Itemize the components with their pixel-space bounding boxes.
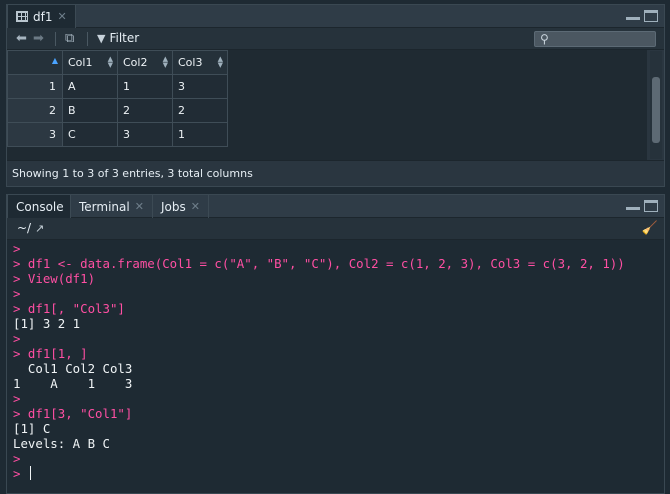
- table-icon: [16, 11, 28, 22]
- tab-terminal[interactable]: Terminal ✕: [71, 195, 153, 218]
- console-line: >: [13, 331, 28, 346]
- row-number: 2: [7, 98, 63, 123]
- close-icon[interactable]: ✕: [135, 200, 144, 213]
- console-line: > df1[3, "Col1"]: [13, 406, 133, 421]
- table-row[interactable]: 1 A 1 3: [7, 74, 228, 99]
- console-line: [1] C: [13, 421, 51, 436]
- console-tabbar: Console Terminal ✕ Jobs ✕: [7, 195, 664, 218]
- table-row[interactable]: 3 C 3 1: [7, 122, 228, 147]
- console-output[interactable]: > > df1 <- data.frame(Col1 = c("A", "B",…: [7, 240, 664, 493]
- row-number: 3: [7, 122, 63, 147]
- sort-ascending-icon: ▲: [51, 56, 58, 65]
- maximize-icon[interactable]: [644, 200, 658, 212]
- table-cell: 2: [117, 98, 173, 123]
- sort-icon: ▲ ▼: [217, 55, 223, 69]
- table-cell: C: [62, 122, 118, 147]
- search-icon: ⚲: [540, 32, 549, 46]
- filter-icon: ▼: [97, 31, 106, 45]
- console-line: > View(df1): [13, 271, 96, 286]
- data-grid: ▲ Col1 ▲ ▼ Col2 ▲ ▼ Col3 ▲ ▼ 1 A 1 3 2 B…: [7, 50, 647, 162]
- data-viewer-pane: df1 ✕ ⬅ ➡ ⧉ ▼ Filter ⚲ ▲ Col1 ▲ ▼ Col2 ▲…: [6, 4, 665, 187]
- text-cursor: [29, 466, 31, 480]
- column-header-rownames[interactable]: ▲: [7, 50, 63, 75]
- tab-console[interactable]: Console: [7, 195, 71, 218]
- window-buttons: [626, 10, 658, 22]
- viewer-toolbar: ⬅ ➡ ⧉ ▼ Filter ⚲: [7, 28, 664, 50]
- console-line: > df1[1, ]: [13, 346, 88, 361]
- tab-label: df1: [33, 9, 53, 24]
- close-icon[interactable]: ✕: [191, 200, 200, 213]
- console-line: >: [13, 286, 28, 301]
- console-line: >: [13, 466, 664, 481]
- clear-console-icon[interactable]: 🧹: [642, 221, 658, 236]
- data-table: ▲ Col1 ▲ ▼ Col2 ▲ ▼ Col3 ▲ ▼ 1 A 1 3 2 B…: [7, 50, 228, 147]
- console-line: > df1[, "Col3"]: [13, 301, 125, 316]
- table-cell: 1: [172, 122, 228, 147]
- console-line: Col1 Col2 Col3: [13, 361, 133, 376]
- table-cell: 1: [117, 74, 173, 99]
- scrollbar-thumb[interactable]: [652, 77, 660, 143]
- search-input[interactable]: ⚲: [534, 31, 656, 47]
- tab-jobs[interactable]: Jobs ✕: [153, 195, 209, 218]
- console-line: Levels: A B C: [13, 436, 110, 451]
- column-header-col3[interactable]: Col3 ▲ ▼: [172, 50, 228, 75]
- tab-df1[interactable]: df1 ✕: [7, 5, 76, 28]
- console-line: >: [13, 241, 28, 256]
- console-line: 1 A 1 3: [13, 376, 133, 391]
- window-buttons: [626, 200, 658, 212]
- filter-button[interactable]: ▼ Filter: [97, 31, 139, 45]
- maximize-icon[interactable]: [644, 10, 658, 22]
- popout-icon[interactable]: ⧉: [65, 32, 74, 46]
- go-to-directory-icon[interactable]: ↗: [35, 222, 44, 235]
- minimize-icon[interactable]: [626, 200, 640, 210]
- toolbar-divider: [87, 32, 88, 46]
- header-row: ▲ Col1 ▲ ▼ Col2 ▲ ▼ Col3 ▲ ▼: [7, 50, 228, 75]
- column-header-col1[interactable]: Col1 ▲ ▼: [62, 50, 118, 75]
- sort-icon: ▲ ▼: [162, 55, 168, 69]
- sort-icon: ▲ ▼: [107, 55, 113, 69]
- table-cell: A: [62, 74, 118, 99]
- table-cell: B: [62, 98, 118, 123]
- console-line: > df1 <- data.frame(Col1 = c("A", "B", "…: [13, 256, 625, 271]
- vertical-scrollbar[interactable]: [650, 51, 662, 159]
- table-row[interactable]: 2 B 2 2: [7, 98, 228, 123]
- filter-label: Filter: [109, 31, 140, 45]
- console-subbar: ~/ ↗ 🧹: [7, 218, 664, 240]
- column-header-col2[interactable]: Col2 ▲ ▼: [117, 50, 173, 75]
- table-cell: 3: [117, 122, 173, 147]
- table-cell: 3: [172, 74, 228, 99]
- toolbar-divider: [55, 32, 56, 46]
- arrow-left-icon[interactable]: ⬅: [16, 32, 27, 46]
- console-line: >: [13, 451, 28, 466]
- console-pane: Console Terminal ✕ Jobs ✕ ~/ ↗ 🧹 > > df1…: [6, 194, 665, 494]
- close-icon[interactable]: ✕: [57, 10, 66, 23]
- minimize-icon[interactable]: [626, 10, 640, 20]
- status-text: Showing 1 to 3 of 3 entries, 3 total col…: [7, 160, 664, 186]
- table-cell: 2: [172, 98, 228, 123]
- viewer-tabbar: df1 ✕: [7, 5, 664, 28]
- arrow-right-icon[interactable]: ➡: [33, 32, 44, 46]
- row-number: 1: [7, 74, 63, 99]
- console-line: [1] 3 2 1: [13, 316, 81, 331]
- console-line: >: [13, 391, 28, 406]
- working-directory: ~/ ↗: [17, 221, 45, 235]
